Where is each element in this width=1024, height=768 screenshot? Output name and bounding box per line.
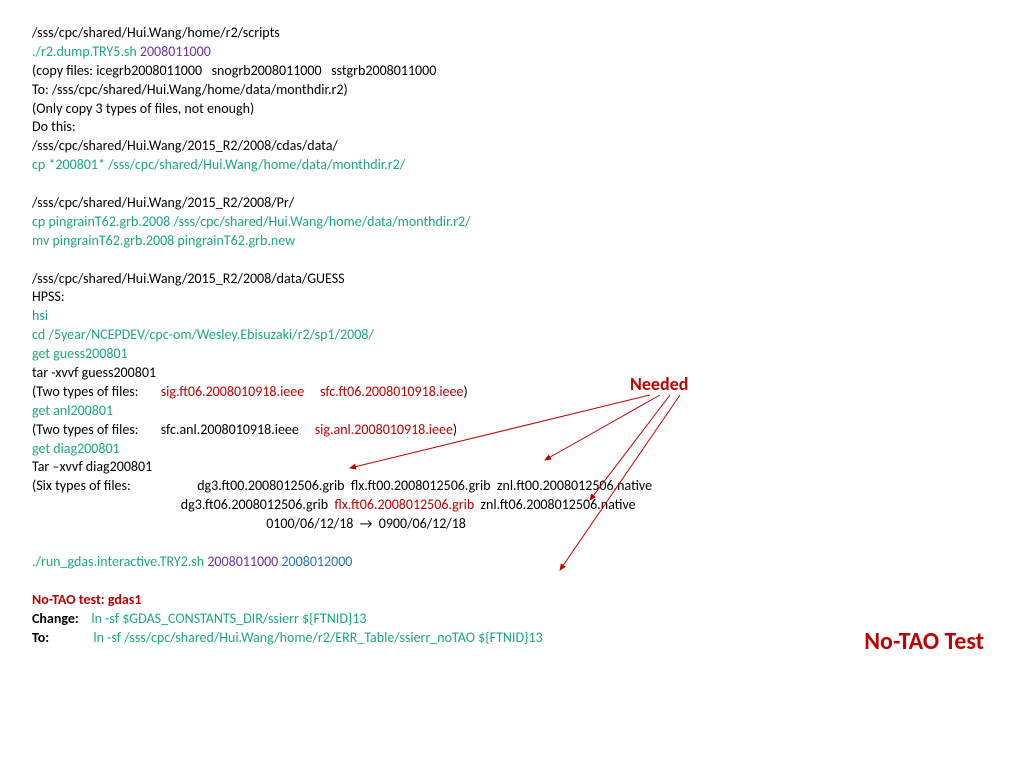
- line: get diag200801: [32, 440, 992, 459]
- line: Do this:: [32, 118, 992, 137]
- line: /sss/cpc/shared/Hui.Wang/2015_R2/2008/Pr…: [32, 194, 992, 213]
- text: get guess200801: [32, 345, 128, 362]
- text: ln -sf $GDAS_CONSTANTS_DIR/ssierr ${FTNI…: [79, 610, 367, 627]
- text: cp *200801* /sss/cpc/shared/Hui.Wang/hom…: [32, 156, 405, 173]
- text: 0100/06/12/18 → 0900/06/12/18: [32, 515, 466, 532]
- text: (Two types of files:: [32, 383, 161, 400]
- text: get anl200801: [32, 402, 113, 419]
- text: tar -xvvf guess200801: [32, 364, 156, 381]
- line: /sss/cpc/shared/Hui.Wang/home/r2/scripts: [32, 24, 992, 43]
- line: ./run_gdas.interactive.TRY2.sh 200801100…: [32, 553, 992, 572]
- text: sig.ft06.2008010918.ieee sfc.ft06.200801…: [161, 383, 464, 400]
- line: (copy files: icegrb2008011000 snogrb2008…: [32, 62, 992, 81]
- line: Change: ln -sf $GDAS_CONSTANTS_DIR/ssier…: [32, 610, 992, 629]
- line: (Two types of files: sfc.anl.2008010918.…: [32, 421, 992, 440]
- text: Do this:: [32, 118, 76, 135]
- line: To: /sss/cpc/shared/Hui.Wang/home/data/m…: [32, 81, 992, 100]
- heading: No-TAO test: gdas1: [32, 591, 141, 608]
- text: flx.ft06.2008012506.grib: [334, 496, 474, 513]
- line: cp *200801* /sss/cpc/shared/Hui.Wang/hom…: [32, 156, 992, 175]
- text: /sss/cpc/shared/Hui.Wang/2015_R2/2008/cd…: [32, 137, 338, 154]
- line: get guess200801: [32, 345, 992, 364]
- text: cp pingrainT62.grb.2008 /sss/cpc/shared/…: [32, 213, 470, 230]
- text: ): [463, 383, 467, 400]
- text: dg3.ft06.2008012506.grib: [32, 496, 334, 513]
- text: /sss/cpc/shared/Hui.Wang/2015_R2/2008/Pr…: [32, 194, 294, 211]
- text: sig.anl.2008010918.ieee: [315, 421, 453, 438]
- needed-label: Needed: [630, 372, 688, 396]
- no-tao-test-label: No-TAO Test: [864, 626, 984, 658]
- line: tar -xvvf guess200801: [32, 364, 992, 383]
- text: mv pingrainT62.grb.2008 pingrainT62.grb.…: [32, 232, 295, 249]
- text: get diag200801: [32, 440, 120, 457]
- text: cd /5year/NCEPDEV/cpc-om/Wesley.Ebisuzak…: [32, 326, 374, 343]
- label: To:: [32, 629, 49, 646]
- text: 2008012000: [281, 553, 352, 570]
- line: dg3.ft06.2008012506.grib flx.ft06.200801…: [32, 496, 992, 515]
- label: Change:: [32, 610, 79, 627]
- line: get anl200801: [32, 402, 992, 421]
- text: hsi: [32, 307, 48, 324]
- line: mv pingrainT62.grb.2008 pingrainT62.grb.…: [32, 232, 992, 251]
- line: HPSS:: [32, 288, 992, 307]
- blank: [32, 175, 992, 194]
- text: ./run_gdas.interactive.TRY2.sh: [32, 553, 207, 570]
- line: /sss/cpc/shared/Hui.Wang/2015_R2/2008/da…: [32, 270, 992, 289]
- line: Tar –xvvf diag200801: [32, 458, 992, 477]
- line: hsi: [32, 307, 992, 326]
- text: /sss/cpc/shared/Hui.Wang/home/r2/scripts: [32, 24, 280, 41]
- text: znl.ft06.2008012506.native: [474, 496, 635, 513]
- text: HPSS:: [32, 288, 65, 305]
- line: ./r2.dump.TRY5.sh 2008011000: [32, 43, 992, 62]
- line: cp pingrainT62.grb.2008 /sss/cpc/shared/…: [32, 213, 992, 232]
- text: (copy files: icegrb2008011000 snogrb2008…: [32, 62, 436, 79]
- line: No-TAO test: gdas1: [32, 591, 992, 610]
- line: 0100/06/12/18 → 0900/06/12/18: [32, 515, 992, 534]
- text: 2008011000: [207, 553, 281, 570]
- text: /sss/cpc/shared/Hui.Wang/2015_R2/2008/da…: [32, 270, 345, 287]
- line: /sss/cpc/shared/Hui.Wang/2015_R2/2008/cd…: [32, 137, 992, 156]
- text: (Only copy 3 types of files, not enough): [32, 100, 254, 117]
- text: (Six types of files: dg3.ft00.2008012506…: [32, 477, 652, 494]
- text: 2008011000: [140, 43, 211, 60]
- text: ): [453, 421, 457, 438]
- line: (Six types of files: dg3.ft00.2008012506…: [32, 477, 992, 496]
- text: To: /sss/cpc/shared/Hui.Wang/home/data/m…: [32, 81, 348, 98]
- line: (Two types of files: sig.ft06.2008010918…: [32, 383, 992, 402]
- text: Tar –xvvf diag200801: [32, 458, 152, 475]
- text: (Two types of files: sfc.anl.2008010918.…: [32, 421, 315, 438]
- blank: [32, 251, 992, 270]
- text: ln -sf /sss/cpc/shared/Hui.Wang/home/r2/…: [49, 629, 543, 646]
- blank: [32, 572, 992, 591]
- line: (Only copy 3 types of files, not enough): [32, 100, 992, 119]
- blank: [32, 534, 992, 553]
- line: To: ln -sf /sss/cpc/shared/Hui.Wang/home…: [32, 629, 992, 648]
- text: ./r2.dump.TRY5.sh: [32, 43, 140, 60]
- line: cd /5year/NCEPDEV/cpc-om/Wesley.Ebisuzak…: [32, 326, 992, 345]
